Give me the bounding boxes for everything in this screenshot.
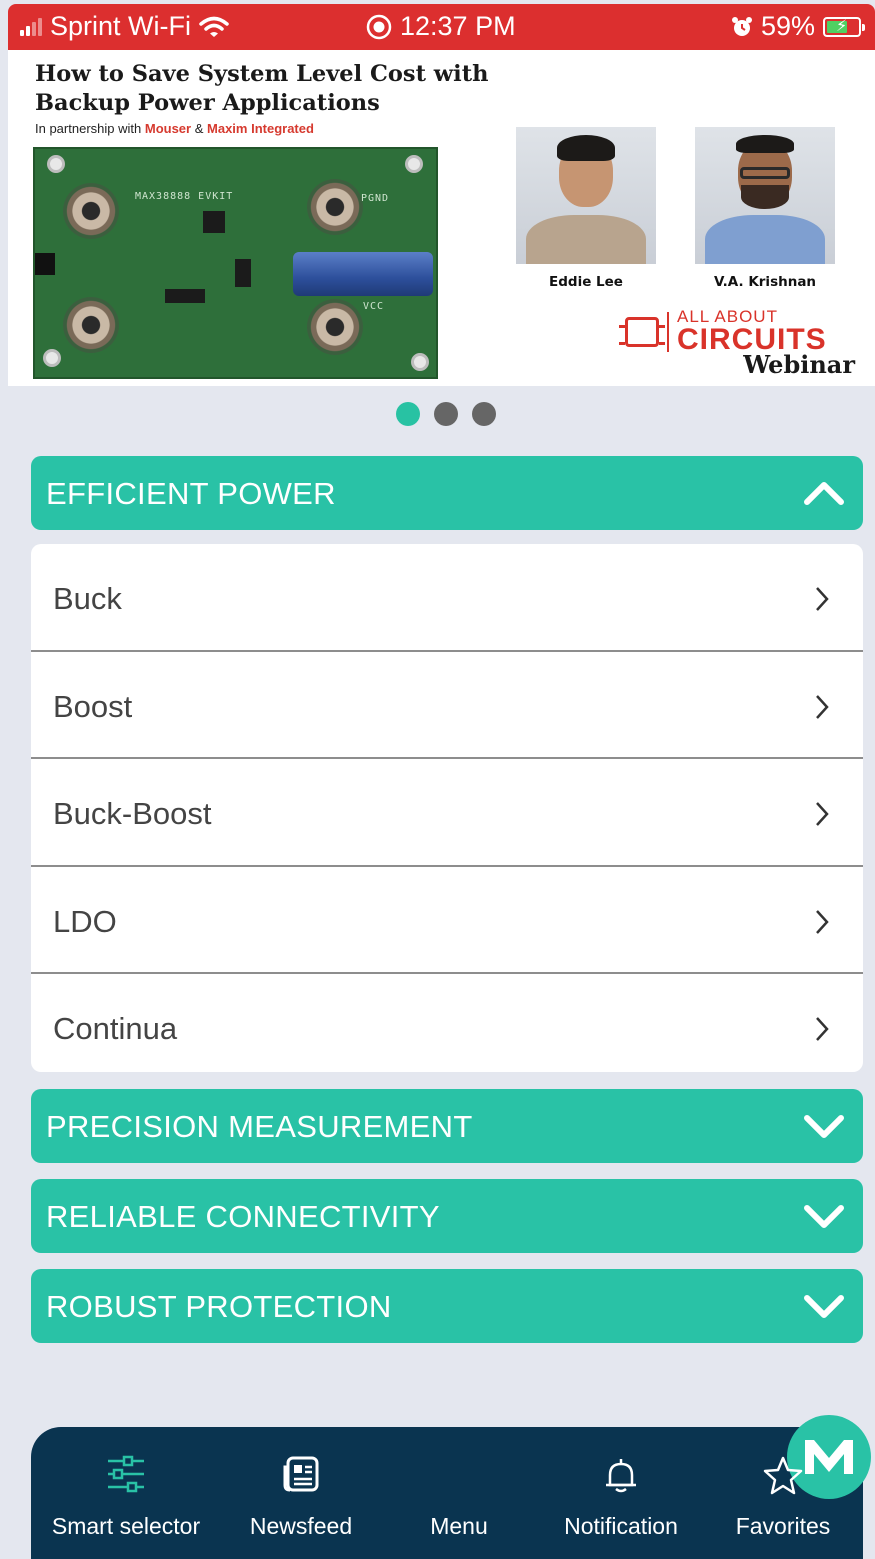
carousel-indicator [396, 402, 496, 426]
section-header-efficient-power[interactable]: EFFICIENT POWER [31, 456, 863, 530]
list-item-continua[interactable]: Continua [31, 974, 863, 1072]
chevron-down-icon [804, 1205, 844, 1228]
circuit-board-image: MAX38888 EVKIT PGND VCC [33, 147, 438, 379]
banner-partner-line: In partnership with Mouser & Maxim Integ… [35, 121, 314, 136]
presenter-photo [516, 127, 656, 264]
chevron-up-icon [804, 482, 844, 505]
webinar-label: Webinar [743, 350, 855, 379]
section-header-robust-protection[interactable]: ROBUST PROTECTION [31, 1269, 863, 1343]
bell-icon [606, 1459, 636, 1493]
battery-percent: 59% [760, 11, 815, 41]
section-header-precision-measurement[interactable]: PRECISION MEASUREMENT [31, 1089, 863, 1163]
chevron-right-icon [816, 1017, 829, 1041]
presenter-name: V.A. Krishnan [713, 274, 817, 290]
presenter-name: Eddie Lee [549, 274, 623, 290]
status-bar: Sprint Wi-Fi 12:37 PM 59% ⚡ [8, 4, 875, 50]
banner-title: How to Save System Level Cost with Backu… [35, 61, 489, 116]
chevron-right-icon [816, 802, 829, 826]
chevron-right-icon [816, 587, 829, 611]
nav-notification[interactable]: Notification [541, 1427, 701, 1559]
all-about-circuits-logo: ALL ABOUT CIRCUITS [619, 308, 827, 355]
list-item-buck-boost[interactable]: Buck-Boost [31, 759, 863, 867]
clock-time: 12:37 PM [400, 11, 516, 41]
efficient-power-list: Buck Boost Buck-Boost LDO Continua [31, 544, 863, 1072]
alarm-icon [731, 16, 752, 36]
wifi-icon [199, 16, 229, 37]
bottom-navigation: Smart selector Newsfeed Menu Notificatio… [31, 1415, 871, 1559]
location-icon [366, 14, 392, 39]
chip-icon [619, 316, 665, 347]
chevron-right-icon [816, 694, 829, 719]
carousel-dot[interactable] [434, 402, 458, 426]
chevron-down-icon [804, 1115, 844, 1138]
carrier-label: Sprint Wi-Fi [50, 11, 191, 41]
nav-menu[interactable]: Menu [401, 1415, 871, 1559]
star-icon [763, 1456, 803, 1495]
battery-icon: ⚡ [823, 16, 865, 37]
chevron-right-icon [816, 909, 829, 934]
nav-newsfeed[interactable]: Newsfeed [231, 1427, 371, 1559]
sliders-icon [108, 1455, 144, 1493]
newspaper-icon [283, 1456, 319, 1492]
signal-icon [20, 17, 42, 36]
list-item-ldo[interactable]: LDO [31, 867, 863, 974]
nav-smart-selector[interactable]: Smart selector [41, 1427, 211, 1559]
chevron-down-icon [804, 1295, 844, 1318]
list-item-boost[interactable]: Boost [31, 652, 863, 759]
carousel-dot-active[interactable] [396, 402, 420, 426]
presenter-photo [695, 127, 835, 264]
section-header-reliable-connectivity[interactable]: RELIABLE CONNECTIVITY [31, 1179, 863, 1253]
carousel-dot[interactable] [472, 402, 496, 426]
promo-banner[interactable]: How to Save System Level Cost with Backu… [8, 50, 875, 386]
nav-favorites[interactable]: Favorites [721, 1427, 845, 1559]
list-item-buck[interactable]: Buck [31, 544, 863, 652]
